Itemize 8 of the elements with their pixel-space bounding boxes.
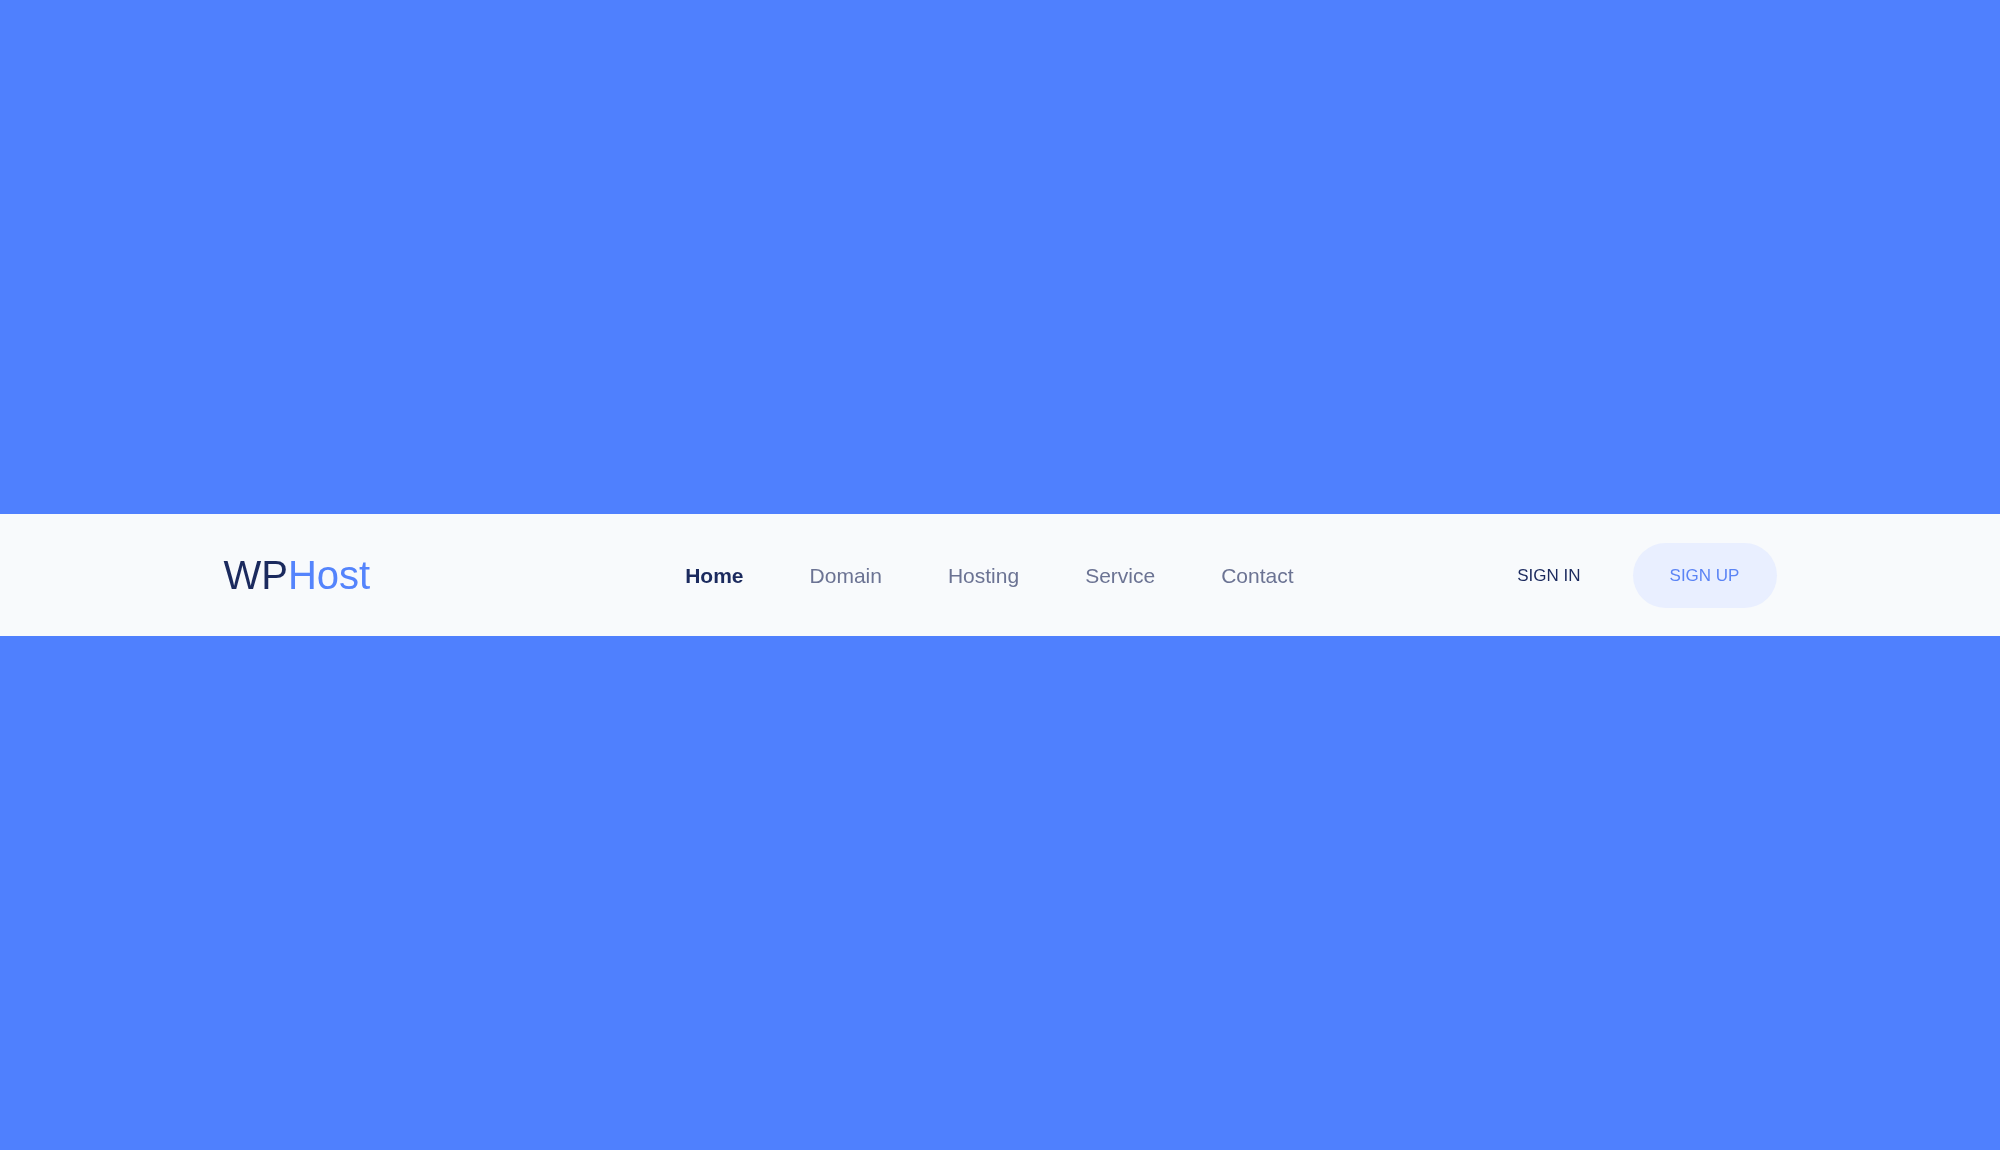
nav-link[interactable]: Hosting xyxy=(947,564,1020,586)
sign-in-link[interactable]: SIGN IN xyxy=(1517,566,1581,584)
nav-link[interactable]: Contact xyxy=(1221,564,1294,586)
logo-wordmark[interactable]: WPHost xyxy=(223,555,371,595)
sign-up-button[interactable]: SIGN UP xyxy=(1632,542,1777,608)
nav-link[interactable]: Domain xyxy=(809,564,882,586)
nav-link[interactable]: Service xyxy=(1085,564,1156,586)
nav-link[interactable]: Home xyxy=(685,564,744,586)
